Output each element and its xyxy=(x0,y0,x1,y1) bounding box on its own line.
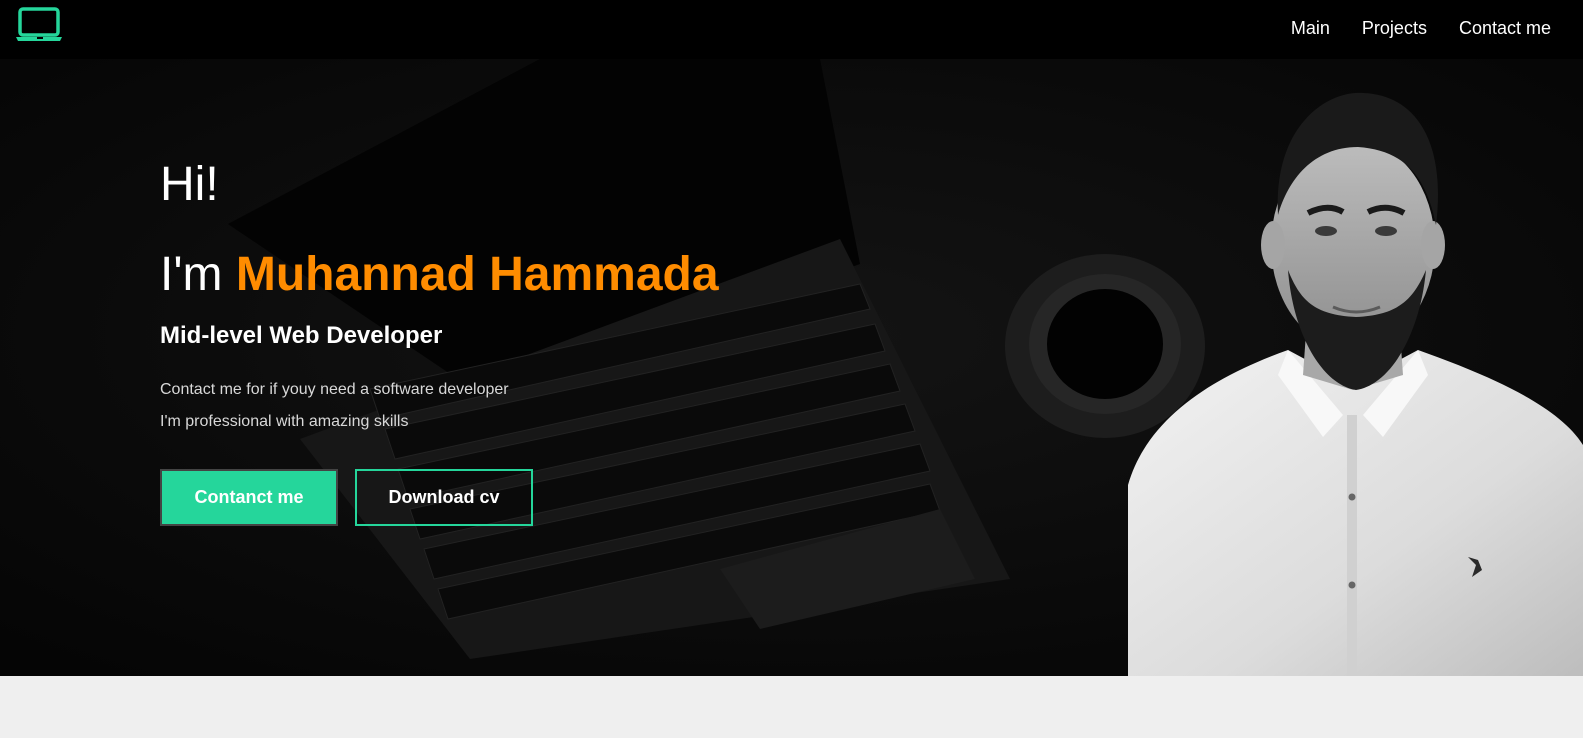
developer-name: Muhannad Hammada xyxy=(235,248,719,301)
nav-item-projects: Projects xyxy=(1362,18,1427,39)
page: Main Projects Contact me Hi! I'm Muhanna… xyxy=(0,0,1583,738)
navbar: Main Projects Contact me xyxy=(0,0,1583,59)
nav-item-contact: Contact me xyxy=(1459,18,1551,39)
nav-item-main: Main xyxy=(1291,18,1330,39)
nav-link-contact[interactable]: Contact me xyxy=(1459,18,1551,38)
description-line: Contact me for if youy need a software d… xyxy=(160,381,509,398)
description-line: I'm professional with amazing skills xyxy=(160,413,409,430)
download-cv-button[interactable]: Download cv xyxy=(355,469,533,526)
nav-links: Main Projects Contact me xyxy=(1291,0,1551,56)
intro-heading: I'm Muhannad Hammada xyxy=(160,248,719,302)
intro-prefix: I'm xyxy=(160,248,223,301)
nav-link-projects[interactable]: Projects xyxy=(1362,18,1427,38)
laptop-icon[interactable] xyxy=(16,7,64,43)
hero-section: Hi! I'm Muhannad Hammada Mid-level Web D… xyxy=(0,59,1583,676)
nav-link-main[interactable]: Main xyxy=(1291,18,1330,38)
role-title: Mid-level Web Developer xyxy=(160,322,443,349)
greeting-heading: Hi! xyxy=(160,158,219,211)
next-section xyxy=(0,676,1583,738)
profile-portrait-image xyxy=(1128,92,1583,676)
contact-me-button[interactable]: Contanct me xyxy=(160,469,338,526)
